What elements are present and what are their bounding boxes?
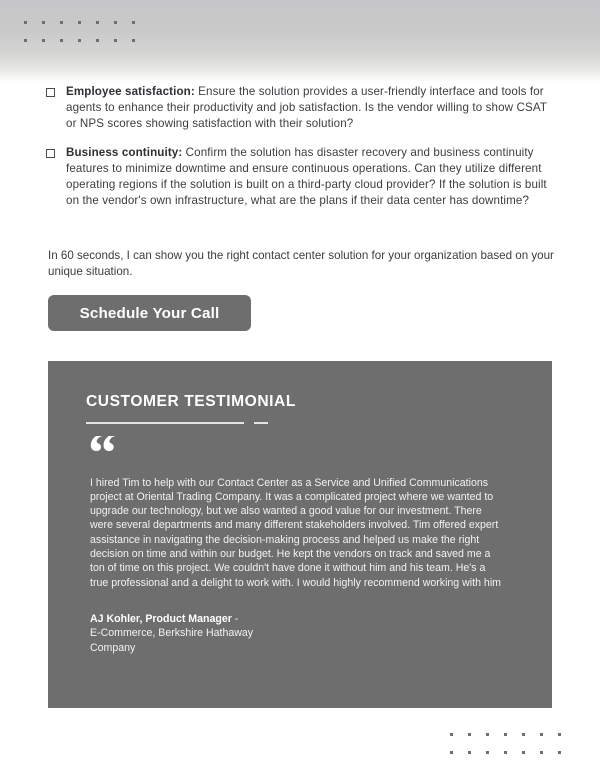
testimonial-divider — [86, 422, 506, 424]
dot — [558, 744, 576, 762]
decorative-dot-grid-bottom-right — [450, 726, 576, 762]
dot — [78, 32, 96, 50]
dot — [540, 726, 558, 744]
dot — [96, 14, 114, 32]
testimonial-author-company: E-Commerce, Berkshire Hathaway Company — [90, 627, 254, 654]
dot — [468, 726, 486, 744]
dot — [42, 32, 60, 50]
dot — [60, 14, 78, 32]
schedule-your-call-button[interactable]: Schedule Your Call — [48, 295, 251, 331]
dot — [522, 726, 540, 744]
quote-mark-icon: “ — [88, 436, 506, 468]
dot — [486, 744, 504, 762]
checklist-item-text: Business continuity: Confirm the solutio… — [66, 145, 554, 210]
testimonial-quote-text: I hired Tim to help with our Contact Cen… — [90, 476, 501, 589]
checklist-item-text: Employee satisfaction: Ensure the soluti… — [66, 84, 554, 133]
checkbox-icon[interactable] — [46, 148, 55, 158]
dot — [60, 32, 78, 50]
testimonial-author-name: AJ Kohler, Product Manager — [90, 612, 232, 625]
decorative-dot-grid-top-left — [24, 14, 150, 50]
checklist-item-title: Business continuity: — [66, 145, 183, 159]
divider-long-segment — [86, 422, 244, 424]
dot — [42, 14, 60, 32]
dot — [468, 744, 486, 762]
checklist-item-employee-satisfaction[interactable]: Employee satisfaction: Ensure the soluti… — [46, 84, 554, 133]
dot — [96, 32, 114, 50]
customer-testimonial-panel: CUSTOMER TESTIMONIAL “ I hired Tim to he… — [48, 361, 552, 708]
testimonial-heading: CUSTOMER TESTIMONIAL — [86, 393, 296, 410]
dot — [540, 744, 558, 762]
dot — [558, 726, 576, 744]
checkbox-icon[interactable] — [46, 88, 55, 97]
page-root: Employee satisfaction: Ensure the soluti… — [0, 0, 600, 776]
dot — [24, 32, 42, 50]
dot — [114, 14, 132, 32]
dot — [78, 14, 96, 32]
testimonial-attribution: AJ Kohler, Product Manager - E-Commerce,… — [90, 612, 420, 655]
dot — [24, 14, 42, 32]
checklist: Employee satisfaction: Ensure the soluti… — [46, 84, 554, 221]
divider-short-segment — [254, 422, 268, 424]
dot — [486, 726, 504, 744]
dot — [504, 744, 522, 762]
dot — [132, 14, 150, 32]
dot — [504, 726, 522, 744]
dot — [522, 744, 540, 762]
dot — [114, 32, 132, 50]
lead-paragraph: In 60 seconds, I can show you the right … — [48, 248, 554, 278]
testimonial-author-separator: - — [231, 612, 239, 625]
dot — [450, 744, 468, 762]
dot — [450, 726, 468, 744]
checklist-item-title: Employee satisfaction: — [66, 85, 195, 98]
checklist-item-business-continuity[interactable]: Business continuity: Confirm the solutio… — [46, 145, 554, 210]
dot — [132, 32, 150, 50]
